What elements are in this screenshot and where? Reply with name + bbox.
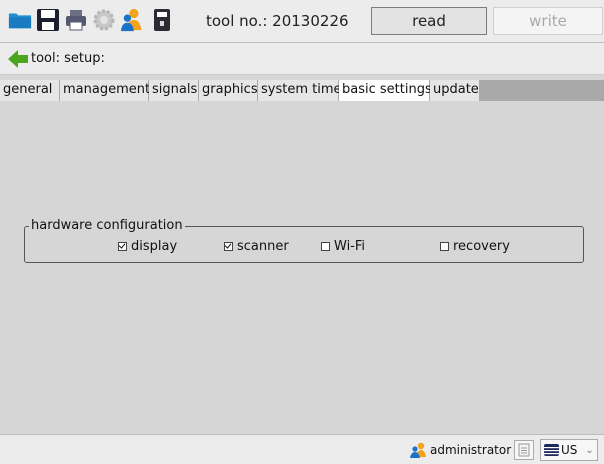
display-label: display bbox=[131, 239, 178, 254]
tab-basic-settings[interactable]: basic settings bbox=[339, 80, 432, 101]
toolbar: tool no.: 20130226 read write bbox=[0, 0, 604, 43]
wifi-checkbox[interactable]: Wi-Fi bbox=[321, 239, 365, 254]
tab-general[interactable]: general bbox=[0, 80, 60, 101]
users-icon[interactable] bbox=[119, 7, 145, 33]
tool-setup-window: tool no.: 20130226 read write tool: setu… bbox=[0, 0, 604, 464]
scanner-checkbox[interactable]: scanner bbox=[224, 239, 289, 254]
checkbox-unchecked-icon[interactable] bbox=[440, 242, 449, 251]
settings-icon[interactable] bbox=[91, 7, 117, 33]
hardware-configuration-group: hardware configuration display scanner W… bbox=[24, 218, 584, 263]
checkbox-unchecked-icon[interactable] bbox=[321, 242, 330, 251]
tab-management[interactable]: management bbox=[60, 80, 150, 101]
document-icon bbox=[518, 443, 530, 457]
tab-system-time[interactable]: system time bbox=[258, 80, 342, 101]
save-icon[interactable] bbox=[35, 7, 61, 33]
recovery-checkbox[interactable]: recovery bbox=[440, 239, 510, 254]
display-checkbox[interactable]: display bbox=[118, 239, 177, 254]
usb-device-icon[interactable] bbox=[149, 7, 175, 33]
tab-update[interactable]: update bbox=[430, 80, 480, 101]
status-bar: administrator US ⌄ bbox=[0, 434, 604, 464]
tab-signals[interactable]: signals bbox=[149, 80, 199, 101]
read-button[interactable]: read bbox=[371, 7, 487, 35]
recovery-label: recovery bbox=[453, 239, 510, 254]
breadcrumb: tool: setup: bbox=[31, 51, 105, 66]
back-arrow-icon[interactable] bbox=[7, 48, 29, 70]
checkbox-checked-icon[interactable] bbox=[118, 242, 127, 251]
user-name: administrator bbox=[430, 443, 512, 457]
folder-icon[interactable] bbox=[7, 7, 33, 33]
us-flag-icon bbox=[544, 444, 559, 456]
tab-strip: general management signals graphics syst… bbox=[0, 80, 604, 101]
print-icon[interactable] bbox=[63, 7, 89, 33]
write-button[interactable]: write bbox=[493, 7, 603, 35]
wifi-label: Wi-Fi bbox=[334, 239, 366, 254]
scanner-label: scanner bbox=[237, 239, 289, 254]
path-bar: tool: setup: bbox=[0, 43, 604, 75]
language-select[interactable]: US ⌄ bbox=[540, 439, 598, 461]
hardware-configuration-title: hardware configuration bbox=[29, 218, 185, 233]
tab-graphics[interactable]: graphics bbox=[199, 80, 258, 101]
document-button[interactable] bbox=[514, 440, 534, 460]
basic-settings-panel: hardware configuration display scanner W… bbox=[0, 101, 604, 434]
tool-number-label: tool no.: 20130226 bbox=[206, 12, 349, 30]
language-value: US bbox=[561, 443, 578, 457]
current-user: administrator bbox=[410, 442, 511, 458]
user-icon bbox=[410, 442, 426, 458]
chevron-down-icon[interactable]: ⌄ bbox=[585, 445, 593, 456]
checkbox-checked-icon[interactable] bbox=[224, 242, 233, 251]
